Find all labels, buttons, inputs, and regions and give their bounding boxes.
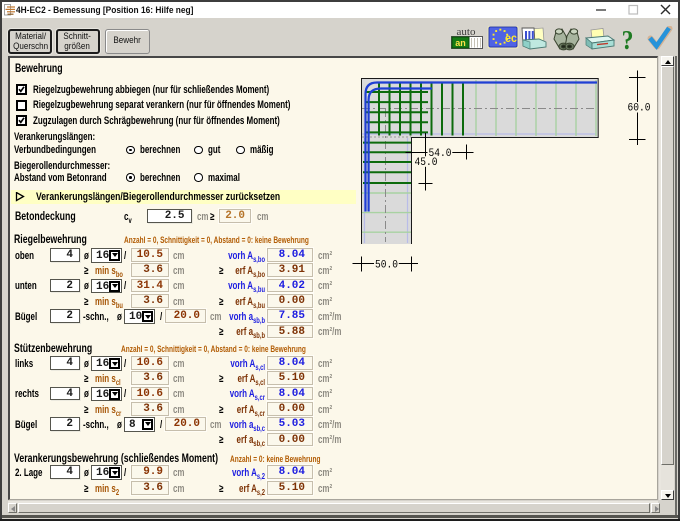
svg-text:?: ? (622, 26, 634, 55)
svg-text:50.0: 50.0 (375, 259, 398, 272)
svg-text:60.0: 60.0 (628, 102, 651, 115)
svg-text:ec: ec (505, 33, 518, 46)
svg-text:an: an (455, 38, 466, 48)
svg-text:45.0: 45.0 (415, 156, 438, 169)
